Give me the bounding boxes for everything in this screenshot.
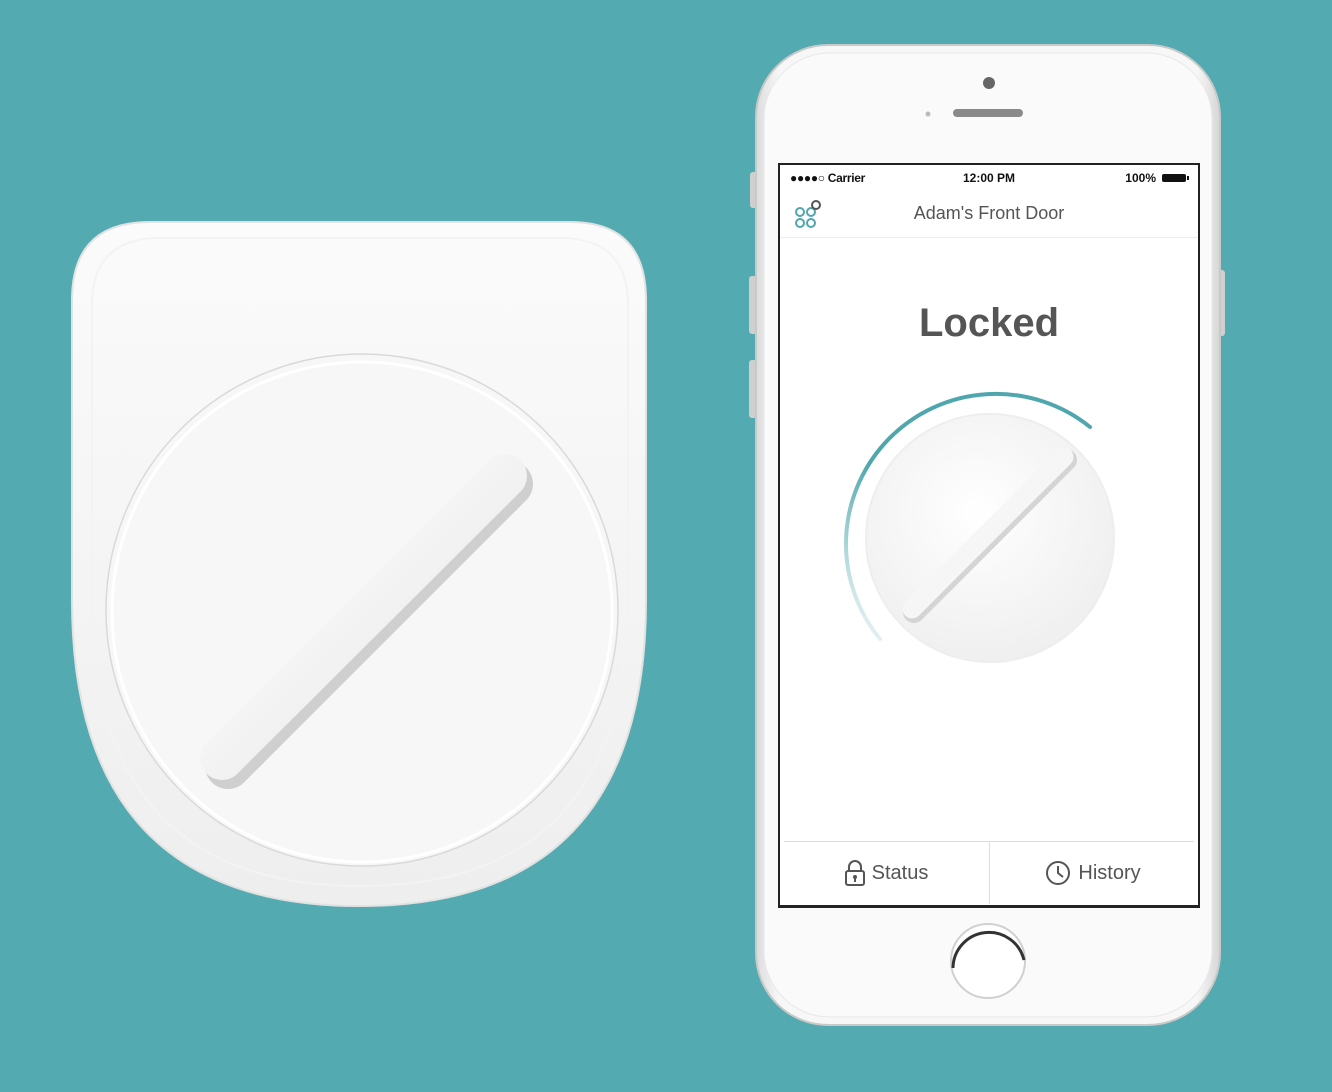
battery-tip-icon xyxy=(1187,176,1189,180)
lock-status-label: Locked xyxy=(918,301,1060,345)
lock-icon xyxy=(844,860,865,886)
phone-front-camera xyxy=(983,77,995,89)
home-button xyxy=(950,923,1026,999)
tab-history[interactable]: History xyxy=(989,842,1195,904)
status-bar: ●●●●○ Carrier 12:00 PM 100% xyxy=(780,165,1198,191)
tab-status-label: Status xyxy=(871,861,929,884)
nav-bar: Adam's Front Door xyxy=(780,191,1198,238)
page-title: Adam's Front Door xyxy=(913,203,1065,223)
battery-label: 100% xyxy=(1125,171,1156,185)
tab-bar: Status History xyxy=(784,841,1194,904)
tab-status[interactable]: Status xyxy=(784,842,988,904)
phone-screen: ●●●●○ Carrier 12:00 PM 100% Adam's Front… xyxy=(780,165,1198,905)
battery-icon xyxy=(1162,174,1186,182)
phone-speaker xyxy=(953,109,1023,117)
smart-lock-device xyxy=(71,221,647,908)
lock-control[interactable] xyxy=(780,365,1198,705)
tab-history-label: History xyxy=(1078,861,1141,884)
clock-icon xyxy=(1046,861,1071,885)
phone-sensor xyxy=(925,111,931,117)
